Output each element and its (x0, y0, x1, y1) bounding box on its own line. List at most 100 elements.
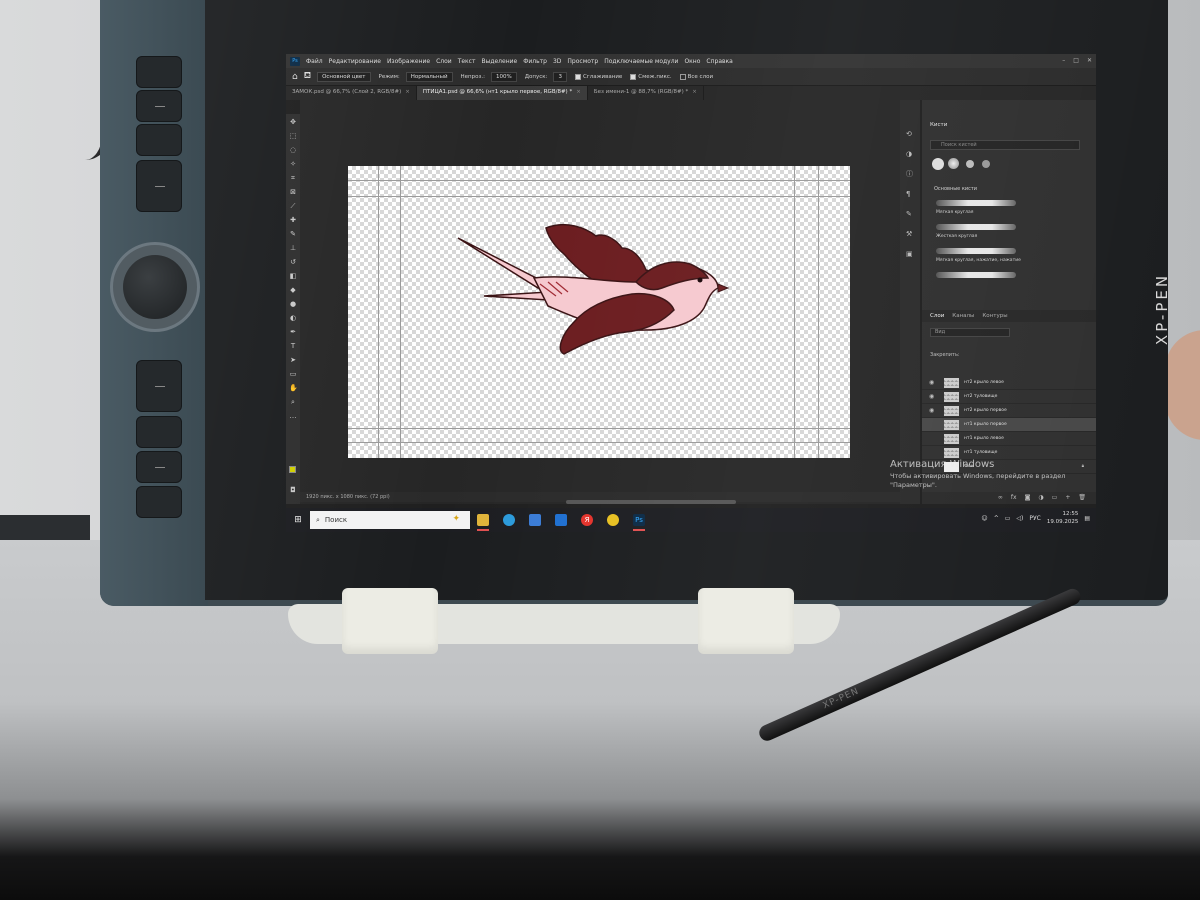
brush-search-input[interactable]: Поиск кистей (930, 140, 1080, 150)
brush-name[interactable]: Мягкая круглая, нажатие, нажатие (936, 258, 1021, 263)
taskbar-app[interactable] (600, 508, 626, 532)
all-layers-checkbox[interactable]: Все слои (679, 73, 713, 80)
canvas[interactable] (348, 166, 850, 458)
fx-icon[interactable]: fx (1011, 492, 1017, 504)
layer-row[interactable]: ◉ нт2 крыло первое (922, 404, 1096, 418)
paint-bucket-tool-icon[interactable]: ◆ (289, 286, 297, 294)
menu-image[interactable]: Изображение (387, 58, 430, 65)
clone-stamp-icon[interactable]: ⊥ (289, 244, 297, 252)
hand-tool-icon[interactable]: ✋ (289, 384, 298, 392)
history-icon[interactable]: ⟲ (906, 130, 914, 138)
menu-window[interactable]: Окно (684, 58, 700, 65)
brush-name[interactable]: Мягкая круглая (936, 210, 974, 215)
tolerance-field[interactable]: 3 (553, 71, 567, 82)
paint-bucket-icon[interactable]: ⛾ (304, 71, 311, 82)
eraser-icon[interactable]: ◧ (289, 272, 297, 280)
express-key-6[interactable] (136, 416, 182, 448)
foreground-color-swatch[interactable] (289, 466, 296, 473)
taskbar-search[interactable]: ⌕ Поиск ✦ (310, 511, 470, 529)
tab-zamok[interactable]: ЗАМОК.psd @ 66,7% (Слой 2, RGB/8#) × (286, 86, 417, 100)
menu-3d[interactable]: 3D (553, 58, 561, 65)
new-layer-icon[interactable]: + (1065, 492, 1070, 504)
taskbar-edge[interactable] (496, 508, 522, 532)
menu-filter[interactable]: Фильтр (523, 58, 547, 65)
link-icon[interactable]: ∞ (998, 492, 1003, 504)
people-icon[interactable]: ☺ (981, 515, 987, 522)
tab-paths[interactable]: Контуры (982, 310, 1007, 322)
libraries-icon[interactable]: ▣ (906, 250, 914, 258)
rotary-dial[interactable] (110, 242, 200, 332)
eye-icon[interactable]: ◉ (929, 404, 934, 418)
magic-wand-icon[interactable]: ✧ (289, 160, 297, 168)
clock[interactable]: 12:55 19.09.2025 (1047, 510, 1079, 526)
minimize-icon[interactable]: – (1062, 57, 1065, 64)
tool-presets-icon[interactable]: ⚒ (906, 230, 914, 238)
brush-preset-small[interactable] (966, 160, 974, 168)
brush-preset-hard[interactable] (932, 158, 944, 170)
express-key-1[interactable] (136, 56, 182, 88)
blur-tool-icon[interactable]: ● (289, 300, 297, 308)
home-icon[interactable]: ⌂ (292, 72, 298, 82)
express-key-2[interactable] (136, 90, 182, 122)
mask-icon[interactable]: ◙ (1025, 492, 1031, 504)
group-icon[interactable]: ▭ (1052, 492, 1058, 504)
tab-channels[interactable]: Каналы (952, 310, 974, 322)
express-key-3[interactable] (136, 124, 182, 156)
taskbar-yandex[interactable]: Я (574, 508, 600, 532)
copilot-icon[interactable]: ✦ (452, 514, 460, 524)
tab-untitled[interactable]: Без имени-1 @ 88,7% (RGB/8#) * × (588, 86, 704, 100)
menu-plugins[interactable]: Подключаемые модули (604, 58, 678, 65)
tab-layers[interactable]: Слои (930, 310, 944, 322)
history-brush-icon[interactable]: ↺ (289, 258, 297, 266)
close-icon[interactable]: × (692, 89, 697, 95)
menu-select[interactable]: Выделение (481, 58, 517, 65)
rectangle-tool-icon[interactable]: ▭ (289, 370, 297, 378)
frame-tool-icon[interactable]: ⊠ (289, 188, 297, 196)
menu-type[interactable]: Текст (458, 58, 476, 65)
taskbar-photoshop[interactable]: Ps (626, 508, 652, 532)
eyedropper-icon[interactable]: ⟋ (289, 202, 297, 210)
quick-mask-icon[interactable]: ◘ (289, 486, 297, 494)
layer-row-selected[interactable]: нт1 крыло первое (922, 418, 1096, 432)
language-indicator[interactable]: РУС (1029, 515, 1040, 522)
more-tools-icon[interactable]: … (289, 412, 297, 420)
tab-ptitsa[interactable]: ПТИЦА1.psd @ 66,6% (нт1 крыло первое, RG… (416, 86, 588, 100)
network-icon[interactable]: ▭ (1005, 515, 1011, 522)
brush-settings-icon[interactable]: ✎ (906, 210, 914, 218)
taskbar-explorer[interactable] (470, 508, 496, 532)
path-select-icon[interactable]: ➤ (289, 356, 297, 364)
adjustments-icon[interactable]: ◑ (906, 150, 914, 158)
menu-help[interactable]: Справка (706, 58, 732, 65)
menu-edit[interactable]: Редактирование (329, 58, 381, 65)
layer-row[interactable]: ◉ нт2 туловище (922, 390, 1096, 404)
express-key-5[interactable] (136, 360, 182, 412)
notifications-icon[interactable]: ▤ (1084, 515, 1090, 522)
brush-preset-soft[interactable] (948, 158, 959, 169)
close-icon[interactable]: × (405, 89, 410, 95)
healing-brush-icon[interactable]: ✚ (289, 216, 297, 224)
menu-view[interactable]: Просмотр (567, 58, 598, 65)
menu-file[interactable]: Файл (306, 58, 323, 65)
volume-icon[interactable]: ◁) (1016, 515, 1023, 522)
brush-folder[interactable]: Основные кисти (934, 186, 977, 192)
contiguous-checkbox[interactable]: Смеж.пикс. (630, 73, 672, 80)
zoom-tool-icon[interactable]: ⌕ (289, 398, 297, 406)
layer-row[interactable]: нт1 туловище (922, 446, 1096, 460)
move-tool-icon[interactable]: ✥ (289, 118, 297, 126)
fill-source-select[interactable]: Основной цвет (317, 71, 371, 82)
brush-tool-icon[interactable]: ✎ (289, 230, 297, 238)
express-key-7[interactable] (136, 451, 182, 483)
layer-filter-input[interactable]: Вид (930, 328, 1010, 337)
info-icon[interactable]: ⓘ (906, 170, 914, 178)
chevron-up-icon[interactable]: ^ (994, 515, 999, 522)
layer-row[interactable]: нт1 крыло левое (922, 432, 1096, 446)
antialias-checkbox[interactable]: Сглаживание (574, 73, 622, 80)
express-key-8[interactable] (136, 486, 182, 518)
opacity-field[interactable]: 100% (491, 71, 517, 82)
close-icon[interactable]: ✕ (1087, 57, 1092, 64)
taskbar-store[interactable] (522, 508, 548, 532)
marquee-tool-icon[interactable]: ⬚ (289, 132, 297, 140)
crop-tool-icon[interactable]: ⌗ (289, 174, 297, 182)
pen-tool-icon[interactable]: ✒ (289, 328, 297, 336)
brush-name[interactable]: Жесткая круглая (936, 234, 977, 239)
